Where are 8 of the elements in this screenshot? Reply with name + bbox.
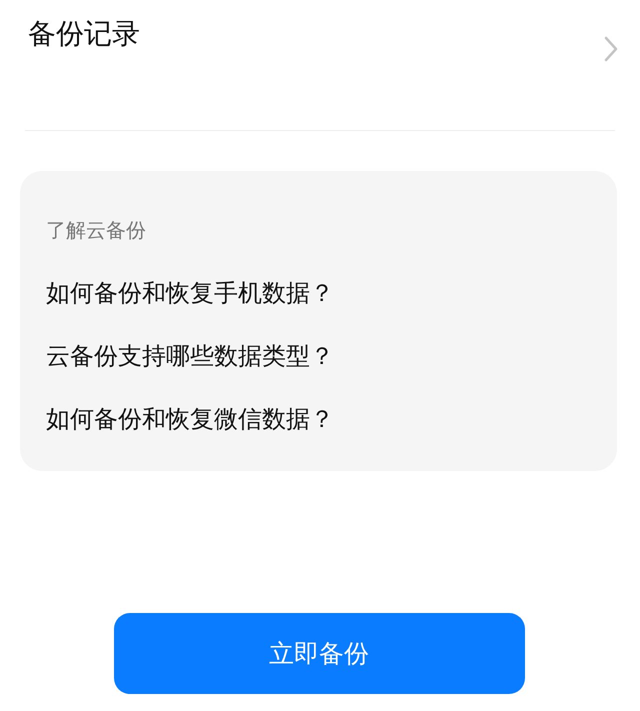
card-heading: 了解云备份 — [46, 217, 147, 244]
help-link[interactable]: 如何备份和恢复微信数据？ — [46, 402, 617, 437]
row-title: 备份记录 — [28, 16, 140, 52]
chevron-right-icon — [604, 36, 618, 62]
backup-now-button[interactable]: 立即备份 — [114, 613, 524, 694]
help-link[interactable]: 云备份支持哪些数据类型？ — [46, 339, 617, 374]
help-link[interactable]: 如何备份和恢复手机数据？ — [46, 276, 617, 311]
backup-records-row[interactable]: 备份记录 — [0, 0, 640, 130]
